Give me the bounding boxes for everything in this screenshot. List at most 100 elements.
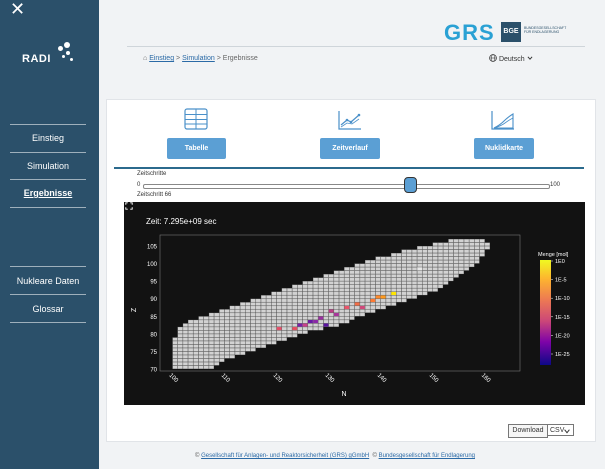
grs-link[interactable]: Gesellschaft für Anlagen- und Reaktorsic…	[201, 453, 369, 459]
breadcrumb-einstieg[interactable]: Einstieg	[149, 55, 174, 62]
nuclide-cell	[323, 281, 329, 285]
colorbar-tick-label: 1E-10	[555, 296, 570, 302]
sidebar-item-ergebnisse[interactable]: Ergebnisse	[10, 188, 86, 198]
fullscreen-icon[interactable]	[125, 202, 133, 212]
nuclide-cell	[177, 340, 183, 345]
nuclide-cell	[208, 333, 214, 338]
nuclide-cell	[427, 246, 433, 250]
language-selector[interactable]: Deutsch	[489, 54, 533, 63]
nuclide-cell-highlight	[380, 295, 386, 299]
nuclide-cell	[344, 284, 350, 289]
nuclide-cell	[276, 330, 282, 334]
nuclide-cell	[260, 340, 267, 345]
nuclide-cell	[214, 351, 220, 355]
area-chart-icon[interactable]	[491, 110, 515, 130]
sidebar-item-simulation[interactable]: Simulation	[10, 161, 86, 171]
nuclide-cell	[453, 242, 459, 246]
nuclide-cell	[203, 330, 209, 334]
tabelle-button[interactable]: Tabelle	[167, 138, 226, 159]
nav-divider	[10, 179, 86, 180]
nuclide-cell	[198, 351, 204, 355]
nuclide-cell	[380, 260, 386, 264]
nuclide-cell	[287, 326, 293, 331]
download-button[interactable]: Download	[508, 424, 548, 438]
language-label: Deutsch	[498, 56, 525, 63]
nuclide-cell	[417, 246, 423, 250]
nuclide-cell	[406, 274, 412, 278]
nuclide-chart-svg: Zeit: 7.295e+09 sec 70 75 80 85 90 95 100 105 100…	[131, 217, 570, 398]
nuclide-cell	[250, 312, 256, 317]
nuclide-cell	[464, 249, 470, 253]
nuclide-cell	[396, 298, 402, 303]
nuclide-cell	[370, 284, 376, 289]
nuclide-cell	[250, 337, 256, 341]
nuclide-cell	[250, 344, 256, 348]
nuclide-cell	[458, 242, 464, 246]
nuclide-cell	[292, 305, 298, 310]
zeitverlauf-button[interactable]: Zeitverlauf	[320, 138, 380, 159]
nuclide-cell	[328, 298, 334, 303]
nuclide-cell	[432, 270, 438, 275]
nuclide-cell	[333, 288, 339, 292]
nuclide-cell	[380, 284, 386, 289]
nuclide-cell	[313, 323, 319, 327]
nuclide-cell	[292, 288, 298, 292]
sidebar-item-nukleare-daten[interactable]: Nukleare Daten	[10, 276, 86, 286]
nuclide-cell	[214, 323, 220, 327]
nuclide-cell	[255, 333, 261, 338]
sidebar-item-einstieg[interactable]: Einstieg	[10, 133, 86, 143]
nuclide-cell	[287, 316, 293, 320]
nuclide-cell	[287, 333, 293, 338]
nuclide-cell	[385, 302, 391, 306]
breadcrumb-simulation[interactable]: Simulation	[182, 55, 215, 62]
nuclide-cell	[281, 288, 287, 292]
nuclide-cell	[255, 305, 261, 310]
sidebar-item-glossar[interactable]: Glossar	[10, 304, 86, 314]
nuclide-cell	[198, 333, 204, 338]
nuclide-cell	[375, 256, 381, 261]
nuclide-cell	[182, 362, 188, 366]
nuclide-cell	[344, 288, 350, 292]
nuclide-cell-highlight	[354, 302, 360, 306]
nuclide-cell	[396, 281, 402, 285]
line-chart-icon[interactable]	[338, 110, 362, 130]
nuclide-cell	[240, 347, 246, 352]
nuclide-cell	[292, 291, 298, 296]
nuclide-cell	[453, 260, 459, 264]
nuclide-cell	[401, 263, 407, 268]
nuclide-cell	[203, 316, 209, 320]
nuclide-cell	[307, 305, 313, 310]
nuclide-cell	[333, 319, 339, 324]
nuclide-cell	[344, 267, 350, 271]
nuclide-cell	[203, 333, 209, 338]
nuclide-cell	[198, 326, 204, 331]
nuclide-cell	[260, 323, 267, 327]
nuclide-cell	[339, 291, 345, 296]
nuclide-cell	[276, 302, 282, 306]
nuclide-cell	[401, 288, 407, 292]
nuclide-cell	[375, 305, 381, 310]
nuclide-cell	[417, 270, 423, 275]
nuclide-cell	[359, 281, 365, 285]
timestep-slider-track[interactable]	[143, 184, 550, 189]
nuclide-cell	[359, 263, 365, 268]
timestep-slider-thumb[interactable]	[404, 177, 418, 193]
format-value: CSV	[550, 427, 565, 434]
close-icon[interactable]: ✕	[10, 0, 25, 18]
format-select[interactable]: CSV	[547, 424, 574, 436]
nuclide-cell-highlight	[302, 323, 308, 327]
nuclide-cell	[443, 256, 449, 261]
nuclide-cell	[401, 291, 407, 296]
nuclide-cell	[307, 281, 313, 285]
nuclide-cell	[385, 270, 391, 275]
nuclide-cell	[370, 295, 376, 299]
nuclide-cell	[370, 309, 376, 313]
nuklidkarte-button[interactable]: Nuklidkarte	[474, 138, 534, 159]
nuclide-cell	[464, 267, 470, 271]
bge-link[interactable]: Bundesgesellschaft für Endlagerung	[379, 453, 475, 459]
nuclide-cell	[422, 277, 428, 282]
nuclide-cell	[229, 351, 235, 355]
nuclide-cell	[188, 358, 194, 362]
table-icon[interactable]	[184, 108, 208, 130]
nuclide-cell	[229, 309, 235, 313]
